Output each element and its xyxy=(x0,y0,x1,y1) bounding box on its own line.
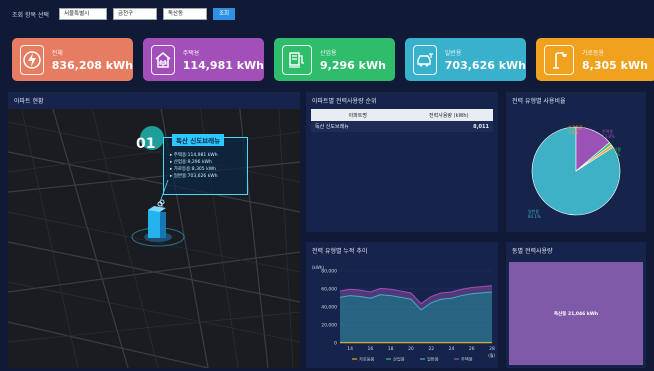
y-tick-label: 60,000 xyxy=(321,287,337,293)
ranking-table: 아파트명 전력사용량 (kWh) 독산 신도브래뉴 8,011 xyxy=(311,109,493,132)
district-select[interactable]: 금천구 xyxy=(112,8,157,20)
card-value: 836,208 kWh xyxy=(51,58,133,72)
pie-panel: 전력 유형별 사용비율 일반용 84.1% 주택용 13.8% 산업용 1.1% 가로등용 1… xyxy=(506,92,646,232)
x-tick-label: 24 xyxy=(449,346,455,352)
streetlight-icon xyxy=(544,44,574,75)
popup-item: ▸ 일반용:703,626 kWh xyxy=(170,174,218,179)
pie-chart[interactable]: 일반용84.1%주택용13.8%산업용1.1%가로등용1.0% xyxy=(506,109,646,234)
card-value: 114,981 kWh xyxy=(182,58,264,72)
legend-label: 가로등용 xyxy=(359,356,375,363)
card-industrial[interactable]: 산업용 9,296 kWh xyxy=(274,38,395,81)
map-panel[interactable]: 아파트 현황 01 독산 신도브래뉴 ▸ 주택용:114,981 kWh ▸ 산… xyxy=(8,92,300,368)
legend-label: 주택용 xyxy=(461,356,473,363)
popup-connector xyxy=(157,180,169,207)
table-row[interactable]: 독산 신도브래뉴 8,011 xyxy=(311,121,493,132)
popup-list: ▸ 주택용:114,981 kWh ▸ 산업용:9,296 kWh ▸ 가로등용… xyxy=(170,152,218,180)
x-tick-label: 14 xyxy=(347,346,353,352)
pie-title: 전력 유형별 사용비율 xyxy=(512,98,566,105)
charger-icon xyxy=(282,44,312,75)
x-tick-label: 22 xyxy=(428,346,434,352)
map-title: 아파트 현황 xyxy=(8,92,300,109)
x-tick-label: 20 xyxy=(408,346,414,352)
trend-title: 전력 유형별 누적 추이 xyxy=(312,248,368,255)
pie-slice-label: 13.8% xyxy=(602,134,615,139)
apartment-popup[interactable]: 독산 신도브래뉴 ▸ 주택용:114,981 kWh ▸ 산업용:9,296 k… xyxy=(163,134,248,195)
legend-label: 산업용 xyxy=(393,356,405,362)
treemap-title: 동별 전력사용량 xyxy=(512,248,553,255)
card-value: 8,305 kWh xyxy=(582,58,648,72)
card-residential[interactable]: 주택용 114,981 kWh xyxy=(143,38,264,81)
y-tick-label: 80,000 xyxy=(321,269,337,275)
x-tick-label: 28 xyxy=(489,346,495,352)
popup-item: ▸ 주택용:114,981 kWh xyxy=(170,153,218,158)
house-plug-icon xyxy=(151,44,175,75)
map-marker-number: 01 xyxy=(136,136,156,152)
summary-cards: 전체 836,208 kWh 주택용 114,981 kWh 산업용 9,296 kW… xyxy=(12,38,654,81)
card-value: 9,296 kWh xyxy=(320,58,386,72)
treemap-cell-doksan[interactable]: 독산동 21,046 kWh xyxy=(509,262,643,365)
card-name: 가로등용 xyxy=(582,49,605,57)
x-tick-label: 18 xyxy=(388,346,394,352)
search-button[interactable]: 조회 xyxy=(212,8,236,20)
card-name: 주택용 xyxy=(182,49,200,57)
trend-chart[interactable]: (kWh)020,00040,00060,00080,00014 16 18 20 22… xyxy=(306,259,498,371)
bolt-icon xyxy=(20,44,44,75)
card-general[interactable]: 일반용 703,626 kWh xyxy=(405,38,526,81)
y-tick-label: 0 xyxy=(334,341,337,347)
pie-slice-label: 1.0% xyxy=(568,130,578,135)
x-axis-unit: (월) xyxy=(488,352,495,358)
card-streetlight[interactable]: 가로등용 8,305 kWh xyxy=(536,38,654,81)
column-header[interactable]: 전력사용량 (kWh) xyxy=(404,109,493,121)
ranking-panel: 아파트별 전력사용량 순위 아파트명 전력사용량 (kWh) 독산 신도브래뉴 … xyxy=(306,92,498,232)
legend-label: 일반용 xyxy=(427,356,439,362)
city-select[interactable]: 서울특별시 xyxy=(58,8,107,20)
treemap-label: 독산동 21,046 kWh xyxy=(553,311,599,317)
popup-title: 독산 신도브래뉴 xyxy=(172,134,225,146)
column-header[interactable]: 아파트명 xyxy=(311,109,405,121)
pie-slice-label: 84.1% xyxy=(528,214,541,219)
trend-panel: 전력 유형별 누적 추이 (kWh) 0 20,000 40,000 60,000 80,… xyxy=(306,242,498,368)
filter-label: 조회 항목 선택 xyxy=(12,11,49,19)
usage-cell: 8,011 xyxy=(404,121,493,132)
y-tick-label: 20,000 xyxy=(321,323,337,329)
ranking-title: 아파트별 전력사용량 순위 xyxy=(312,98,377,105)
popup-item: ▸ 산업용:9,296 kWh xyxy=(170,160,212,165)
card-name: 전체 xyxy=(51,49,63,57)
card-name: 일반용 xyxy=(444,49,462,57)
card-total[interactable]: 전체 836,208 kWh xyxy=(12,38,133,81)
y-tick-label: 40,000 xyxy=(321,305,337,311)
filter-bar: 조회 항목 선택 서울특별시 금천구 독산동 조회 xyxy=(0,0,654,28)
x-tick-label: 16 xyxy=(368,346,374,352)
treemap-panel: 동별 전력사용량 독산동 21,046 kWh xyxy=(506,242,646,368)
dong-select[interactable]: 독산동 xyxy=(162,8,207,20)
x-tick-label: 26 xyxy=(469,346,475,352)
card-name: 산업용 xyxy=(320,49,337,57)
electric-car-icon xyxy=(413,44,437,75)
card-value: 703,626 kWh xyxy=(444,58,526,72)
popup-item: ▸ 가로등용:8,305 kWh xyxy=(170,167,216,172)
apartment-name-cell: 독산 신도브래뉴 xyxy=(311,121,405,132)
pie-slice-label: 1.1% xyxy=(610,152,620,157)
